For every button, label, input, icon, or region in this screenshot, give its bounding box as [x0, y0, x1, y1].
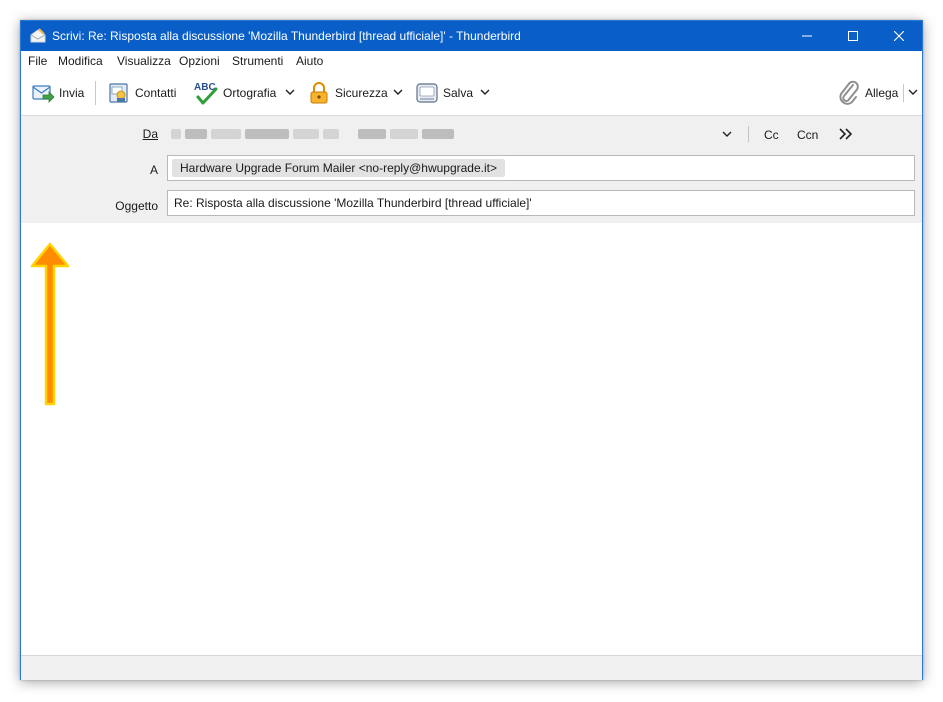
subject-field[interactable]: Re: Risposta alla discussione 'Mozilla T… — [167, 190, 915, 216]
compose-envelope-icon — [30, 28, 46, 43]
title-bar: Scrivi: Re: Risposta alla discussione 'M… — [21, 21, 922, 51]
menu-bar: File Modifica Visualizza Opzioni Strumen… — [21, 51, 922, 71]
send-label: Invia — [59, 86, 85, 100]
menu-visualizza[interactable]: Visualizza — [117, 54, 171, 68]
attach-dropdown-chevron-icon[interactable] — [908, 87, 918, 97]
compose-window: Scrivi: Re: Risposta alla discussione 'M… — [20, 20, 923, 680]
to-field[interactable]: Hardware Upgrade Forum Mailer <no-reply@… — [167, 155, 915, 181]
send-icon — [32, 85, 55, 103]
toolbar-separator — [903, 84, 904, 102]
compose-toolbar: Invia Contatti ABC Ortografia Sicurezza … — [21, 71, 922, 115]
menu-opzioni[interactable]: Opzioni — [179, 54, 220, 68]
spellcheck-icon: ABC — [194, 82, 218, 105]
save-dropdown-chevron-icon[interactable] — [480, 87, 490, 97]
maximize-button[interactable] — [830, 21, 876, 51]
save-label: Salva — [443, 86, 474, 100]
contacts-button[interactable]: Contatti — [107, 79, 176, 107]
more-fields-double-chevron-icon[interactable] — [839, 128, 853, 140]
close-icon — [894, 31, 904, 41]
maximize-icon — [848, 31, 858, 41]
toolbar-separator — [95, 81, 96, 105]
security-button[interactable]: Sicurezza — [307, 79, 388, 107]
address-book-icon — [109, 83, 128, 103]
to-label: A — [149, 163, 158, 177]
from-label: Da — [142, 127, 158, 141]
minimize-button[interactable] — [784, 21, 830, 51]
bcc-button[interactable]: Ccn — [797, 128, 818, 142]
to-recipient-pill[interactable]: Hardware Upgrade Forum Mailer <no-reply@… — [172, 159, 505, 177]
save-button[interactable]: Salva — [415, 79, 473, 107]
save-icon — [416, 83, 438, 103]
attach-label: Allega — [865, 86, 899, 100]
annotation-arrow-up-icon — [30, 242, 70, 406]
send-button[interactable]: Invia — [31, 79, 84, 107]
header-separator — [748, 126, 749, 142]
contacts-label: Contatti — [135, 86, 177, 100]
padlock-icon — [310, 82, 328, 104]
menu-aiuto[interactable]: Aiuto — [296, 54, 323, 68]
close-button[interactable] — [876, 21, 922, 51]
message-body-editor[interactable] — [21, 223, 922, 655]
menu-file[interactable]: File — [28, 54, 47, 68]
spelling-dropdown-chevron-icon[interactable] — [285, 87, 295, 97]
subject-label: Oggetto — [115, 199, 158, 213]
compose-header: Da Cc Ccn A Hardware Upgrade Forum Maile… — [21, 115, 922, 225]
attach-button[interactable]: Allega — [837, 79, 898, 107]
from-dropdown-chevron-icon[interactable] — [722, 129, 732, 139]
paperclip-icon — [839, 80, 859, 105]
subject-value: Re: Risposta alla discussione 'Mozilla T… — [174, 196, 532, 210]
spelling-button[interactable]: ABC Ortografia — [193, 79, 276, 107]
spelling-label: Ortografia — [223, 86, 277, 100]
window-title: Scrivi: Re: Risposta alla discussione 'M… — [52, 29, 521, 43]
menu-modifica[interactable]: Modifica — [58, 54, 103, 68]
security-dropdown-chevron-icon[interactable] — [393, 87, 403, 97]
menu-strumenti[interactable]: Strumenti — [232, 54, 283, 68]
minimize-icon — [802, 35, 812, 37]
status-bar — [21, 655, 922, 680]
cc-button[interactable]: Cc — [764, 128, 779, 142]
security-label: Sicurezza — [335, 86, 388, 100]
